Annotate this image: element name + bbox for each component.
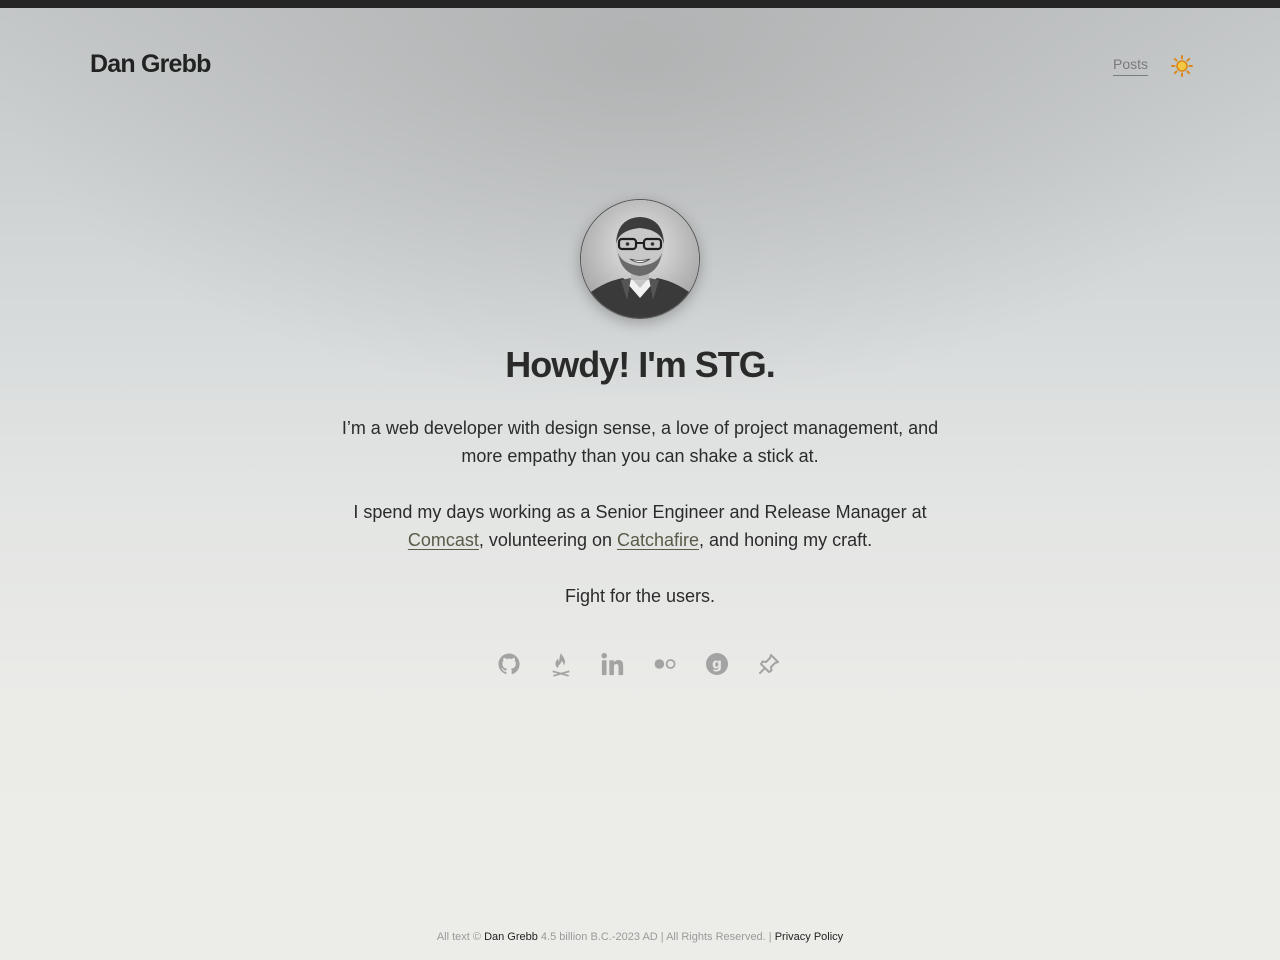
work-suffix-text: , and honing my craft. (699, 530, 873, 550)
goodreads-icon[interactable]: g (705, 651, 729, 677)
svg-text:g: g (712, 657, 722, 673)
github-icon[interactable] (497, 651, 521, 677)
catchafire-link[interactable]: Catchafire (617, 530, 699, 550)
top-bar (0, 0, 1280, 8)
comcast-link[interactable]: Comcast (408, 530, 479, 550)
work-middle-text: , volunteering on (478, 530, 617, 550)
footer-author-link[interactable]: Dan Grebb (484, 931, 538, 943)
site-title[interactable]: Dan Grebb (90, 50, 211, 79)
footer-copyright-text: 4.5 billion B.C.-2023 AD | All Rights Re… (537, 931, 775, 943)
footer: All text © Dan Grebb 4.5 billion B.C.-20… (0, 931, 1280, 943)
linkedin-icon[interactable] (601, 651, 625, 677)
footer-copyright-prefix: All text © (436, 931, 485, 943)
sun-icon[interactable] (1170, 54, 1194, 78)
intro-paragraph: I’m a web developer with design sense, a… (341, 418, 939, 466)
work-prefix-text: I spend my days working as a Senior Engi… (353, 502, 927, 522)
pin-icon[interactable] (757, 651, 781, 677)
page-headline: Howdy! I'm STG. (505, 344, 776, 385)
work-paragraph: I spend my days working as a Senior Engi… (340, 498, 940, 554)
campfire-icon[interactable] (549, 651, 573, 677)
nav-posts-link[interactable]: Posts (1113, 56, 1149, 76)
privacy-policy-link[interactable]: Privacy Policy (775, 931, 843, 943)
avatar (580, 199, 700, 319)
flickr-icon[interactable] (653, 651, 677, 677)
social-links: g (497, 651, 781, 677)
motto-paragraph: Fight for the users. (564, 586, 716, 606)
